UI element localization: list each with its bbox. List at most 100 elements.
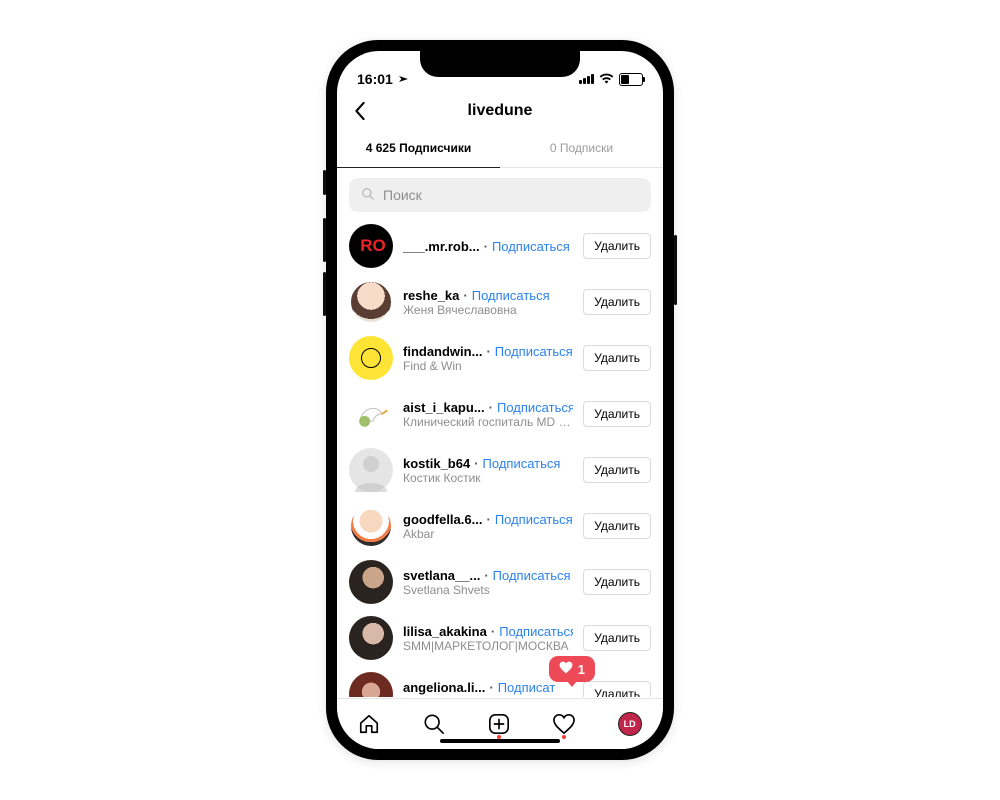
notch: [420, 51, 580, 77]
subscribe-link[interactable]: Подписаться: [495, 344, 573, 359]
follower-row[interactable]: aist_i_kapu...·ПодписатьсяКлинический го…: [337, 386, 663, 442]
avatar[interactable]: RO: [349, 224, 393, 268]
subscribe-link[interactable]: Подписаться: [492, 239, 570, 254]
username[interactable]: aist_i_kapu...: [403, 400, 485, 415]
avatar[interactable]: [349, 392, 393, 436]
avatar[interactable]: [349, 448, 393, 492]
separator-dot: ·: [484, 239, 488, 254]
fullname: SMM|МАРКЕТОЛОГ|МОСКВА: [403, 639, 573, 653]
follower-row[interactable]: angeliona.li... · ПодписатAlina Galkova Уда…: [337, 666, 663, 697]
activity-bubble[interactable]: 1: [549, 656, 595, 682]
search-container: Поиск: [337, 168, 663, 218]
fullname: Svetlana Shvets: [403, 583, 573, 597]
remove-button[interactable]: Удалить: [583, 569, 651, 595]
home-indicator: [440, 739, 560, 743]
notification-dot-icon: [562, 735, 566, 739]
wifi-icon: [599, 71, 614, 87]
separator-dot: ·: [489, 680, 493, 695]
separator-dot: ·: [491, 624, 495, 639]
avatar[interactable]: [349, 504, 393, 548]
subscribe-link[interactable]: Подписаться: [495, 512, 573, 527]
page-title: livedune: [468, 102, 533, 120]
follower-meta: svetlana__... · ПодписатьсяSvetlana Shvets: [403, 568, 573, 597]
tab-followers[interactable]: 4 625 Подписчики: [337, 131, 500, 167]
username[interactable]: svetlana__...: [403, 568, 480, 583]
subscribe-link[interactable]: Подписаться: [499, 624, 573, 639]
remove-button[interactable]: Удалить: [583, 681, 651, 697]
username[interactable]: reshe_ka: [403, 288, 459, 303]
phone-frame: 16:01 livedune 4 625 Подписчики: [326, 40, 674, 760]
username[interactable]: goodfella.6...: [403, 512, 482, 527]
separator-dot: ·: [484, 568, 488, 583]
follower-row[interactable]: lilisa_akakina · ПодписатьсяSMM|МАРКЕТОЛОГ…: [337, 610, 663, 666]
nav-search[interactable]: [423, 713, 445, 735]
separator-dot: ·: [463, 288, 467, 303]
username[interactable]: ___.mr.rob...: [403, 239, 480, 254]
nav-activity[interactable]: [553, 713, 575, 735]
follower-row[interactable]: goodfella.6... · ПодписатьсяAkbar Удалить: [337, 498, 663, 554]
remove-button[interactable]: Удалить: [583, 625, 651, 651]
nav-profile[interactable]: LD: [618, 712, 642, 736]
followers-list[interactable]: RO___.mr.rob...·ПодписатьсяУдалитьreshe_…: [337, 218, 663, 697]
remove-button[interactable]: Удалить: [583, 401, 651, 427]
subscribe-link[interactable]: Подписаться: [483, 456, 561, 471]
separator-dot: ·: [486, 512, 490, 527]
fullname: Костик Костик: [403, 471, 573, 485]
remove-button[interactable]: Удалить: [583, 289, 651, 315]
remove-button[interactable]: Удалить: [583, 513, 651, 539]
follower-meta: ___.mr.rob... · Подписаться: [403, 239, 573, 254]
search-placeholder: Поиск: [383, 187, 422, 203]
follower-row[interactable]: reshe_ka · ПодписатьсяЖеня Вячеславовна Уда…: [337, 274, 663, 330]
subscribe-link[interactable]: Подписаться: [497, 400, 573, 415]
fullname: Akbar: [403, 527, 573, 541]
side-button: [323, 218, 326, 262]
avatar[interactable]: [349, 616, 393, 660]
follower-row[interactable]: kostik_b64 · ПодписатьсяКостик Костик Удали…: [337, 442, 663, 498]
battery-icon: [619, 73, 643, 86]
follower-meta: kostik_b64 · ПодписатьсяКостик Костик: [403, 456, 573, 485]
search-input[interactable]: Поиск: [349, 178, 651, 212]
fullname: Find & Win: [403, 359, 573, 373]
side-button: [323, 170, 326, 195]
username[interactable]: findandwin...: [403, 344, 482, 359]
follower-meta: lilisa_akakina · ПодписатьсяSMM|МАРКЕТОЛОГ…: [403, 624, 573, 653]
follower-row[interactable]: svetlana__... · ПодписатьсяSvetlana Shvets…: [337, 554, 663, 610]
separator-dot: ·: [474, 456, 478, 471]
tab-label: 0 Подписки: [550, 141, 613, 155]
subscribe-link[interactable]: Подписаться: [472, 288, 550, 303]
follower-meta: goodfella.6... · ПодписатьсяAkbar: [403, 512, 573, 541]
username[interactable]: lilisa_akakina: [403, 624, 487, 639]
tabs: 4 625 Подписчики 0 Подписки: [337, 131, 663, 168]
avatar[interactable]: [349, 560, 393, 604]
username[interactable]: angeliona.li...: [403, 680, 485, 695]
location-services-icon: [393, 70, 411, 88]
avatar[interactable]: [349, 672, 393, 697]
follower-meta: reshe_ka · ПодписатьсяЖеня Вячеславовна: [403, 288, 573, 317]
subscribe-link[interactable]: Подписат: [498, 680, 556, 695]
avatar[interactable]: [349, 280, 393, 324]
remove-button[interactable]: Удалить: [583, 233, 651, 259]
status-time: 16:01: [357, 71, 393, 87]
search-icon: [361, 187, 375, 204]
avatar[interactable]: [349, 336, 393, 380]
nav-create[interactable]: [488, 713, 510, 735]
remove-button[interactable]: Удалить: [583, 457, 651, 483]
screen: 16:01 livedune 4 625 Подписчики: [337, 51, 663, 749]
activity-count: 1: [578, 662, 585, 677]
heart-icon: [559, 661, 573, 677]
fullname: Alina Galkova: [403, 695, 573, 698]
side-button: [674, 235, 677, 305]
subscribe-link[interactable]: Подписаться: [493, 568, 571, 583]
username[interactable]: kostik_b64: [403, 456, 470, 471]
fullname: Женя Вячеславовна: [403, 303, 573, 317]
follower-meta: angeliona.li... · ПодписатAlina Galkova: [403, 680, 573, 698]
follower-row[interactable]: findandwin...·ПодписатьсяFind & Win Удали…: [337, 330, 663, 386]
profile-avatar: LD: [618, 712, 642, 736]
nav-home[interactable]: [358, 713, 380, 735]
back-button[interactable]: [349, 100, 371, 122]
follower-row[interactable]: RO ___.mr.rob... · Подписаться Удалить: [337, 218, 663, 274]
follower-meta: findandwin...·ПодписатьсяFind & Win: [403, 344, 573, 373]
fullname: Клинический госпиталь MD GRO...: [403, 415, 573, 429]
tab-following[interactable]: 0 Подписки: [500, 131, 663, 167]
remove-button[interactable]: Удалить: [583, 345, 651, 371]
